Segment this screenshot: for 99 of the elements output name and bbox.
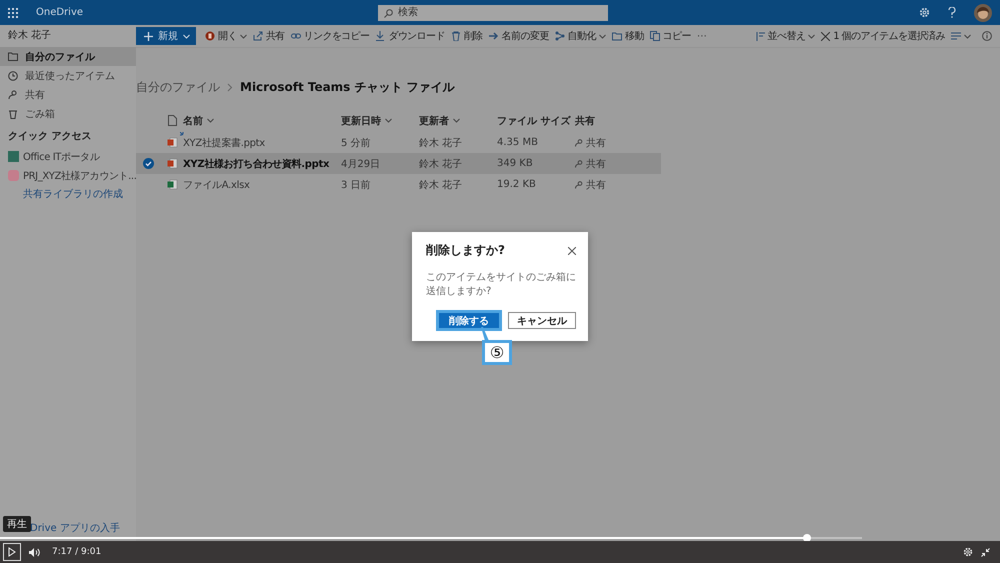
breadcrumb-item: Microsoft Teams チャット ファイル (240, 78, 455, 96)
volume-icon[interactable] (29, 548, 40, 556)
people-icon (575, 138, 583, 146)
cancel-button[interactable]: キャンセル (508, 312, 576, 329)
toolbar-button[interactable]: 共有 (250, 26, 288, 46)
toolbar-button[interactable]: 開く (202, 26, 250, 46)
search-icon (384, 8, 394, 18)
caret-icon (183, 34, 190, 38)
table-cell-text: 4月29日 (341, 158, 382, 170)
table-cell-text: 349 KB (497, 158, 534, 169)
callout-pointer (480, 327, 490, 341)
play-button[interactable] (3, 543, 21, 561)
checkmark-icon[interactable] (143, 158, 154, 169)
file-name[interactable]: XYZ社提案書.pptx (183, 136, 265, 150)
get-app-link[interactable]: Drive アプリの入手 (30, 521, 120, 535)
delete-button[interactable]: 削除する (436, 310, 502, 331)
caret-icon (385, 118, 392, 123)
trash-icon (450, 31, 461, 41)
column-header[interactable]: 更新者 (419, 114, 449, 128)
table-cell-text: 鈴木 花子 (419, 178, 464, 192)
toolbar-button[interactable]: 名前の変更 (486, 26, 552, 46)
table-cell-text: 4.35 MB (497, 137, 539, 148)
sort-icon (756, 32, 765, 40)
table-cell-text: 3 日前 (341, 178, 372, 192)
column-header[interactable]: 更新日時 (341, 114, 381, 128)
file-row[interactable]: XYZ社様お打ち合わせ資料.pptx 4月29日 鈴木 花子 349 KB 共有 (136, 153, 661, 174)
plus-icon (144, 32, 153, 40)
folder-icon (8, 52, 18, 61)
info-icon[interactable] (982, 31, 992, 41)
nav-item[interactable]: 共有 (0, 85, 136, 104)
link-icon (290, 31, 301, 41)
play-icon (8, 547, 16, 557)
nav-item[interactable]: 自分のファイル (0, 47, 136, 66)
table-cell-text: 共有 (586, 178, 606, 192)
more-button[interactable]: ⋯ (694, 26, 710, 46)
table-cell-text: 19.2 KB (497, 179, 537, 190)
sort-button[interactable]: 並べ替え (752, 26, 818, 46)
file-row[interactable]: XYZ社提案書.pptx 5 分前 鈴木 花子 4.35 MB 共有 (136, 132, 661, 153)
settings-icon[interactable] (919, 7, 930, 18)
share-icon (252, 31, 263, 41)
toolbar-button[interactable]: リンクをコピー (288, 26, 372, 46)
presentation-file-icon (166, 137, 178, 148)
toolbar-button[interactable]: ダウンロード (372, 26, 448, 46)
spreadsheet-file-icon (166, 179, 178, 190)
play-tooltip: 再生 (3, 516, 31, 532)
trash-icon (8, 108, 18, 118)
time-display: 7:17 / 9:01 (52, 547, 102, 557)
app-launcher-icon[interactable] (8, 8, 18, 18)
dialog-title: 削除しますか? (426, 242, 505, 259)
app-name: OneDrive (36, 7, 84, 18)
section-heading: クイック アクセス (7, 130, 92, 144)
clock-icon (8, 70, 18, 80)
step-callout: ⑤ (482, 340, 512, 365)
create-library-link[interactable]: 共有ライブラリの作成 (23, 187, 123, 201)
caret-icon (207, 118, 214, 123)
folder-icon (612, 31, 622, 41)
people-icon (575, 160, 583, 168)
clear-selection-button[interactable]: 1 個のアイテムを選択済み (818, 26, 948, 46)
nav-item[interactable]: 最近使ったアイテム (0, 66, 136, 85)
copy-icon (650, 31, 660, 41)
list-icon (951, 32, 961, 40)
column-header[interactable]: ファイル サイズ (497, 114, 570, 128)
quick-access-item[interactable]: PRJ_XYZ社様アカウント... (0, 166, 136, 185)
nav-item[interactable]: ごみ箱 (0, 104, 136, 123)
close-icon[interactable] (568, 246, 576, 254)
people-icon (8, 90, 18, 100)
table-cell-text: 共有 (586, 158, 606, 170)
breadcrumb-item[interactable]: 自分のファイル (136, 78, 220, 96)
toolbar-button[interactable]: 移動 (608, 26, 647, 46)
new-button[interactable]: 新規 (136, 27, 196, 45)
file-type-icon (168, 115, 176, 126)
people-icon (575, 180, 583, 188)
table-cell-text: 5 分前 (341, 136, 372, 150)
file-name[interactable]: ファイルA.xlsx (183, 178, 250, 192)
column-header[interactable]: 共有 (575, 114, 595, 128)
file-name[interactable]: XYZ社様お打ち合わせ資料.pptx (183, 156, 330, 170)
column-header[interactable]: 名前 (183, 114, 203, 128)
toolbar-button[interactable]: 削除 (448, 26, 486, 46)
close-icon (821, 32, 830, 40)
table-cell-text: 鈴木 花子 (419, 136, 464, 150)
table-cell-text: 鈴木 花子 (419, 158, 464, 170)
toolbar-button[interactable]: 自動化 (552, 26, 609, 46)
toolbar-button[interactable]: コピー (646, 26, 694, 46)
caret-icon (964, 34, 971, 38)
file-row[interactable]: ファイルA.xlsx 3 日前 鈴木 花子 19.2 KB 共有 (136, 174, 661, 195)
search-field[interactable]: 検索 (378, 4, 608, 20)
help-icon[interactable] (948, 7, 956, 18)
chevron-icon (227, 82, 233, 92)
download-icon (375, 31, 386, 41)
caret-icon (453, 118, 460, 123)
user-name: 鈴木 花子 (7, 28, 52, 43)
quick-access-item[interactable]: Office ITポータル (0, 147, 136, 166)
presentation-file-icon (166, 158, 178, 169)
minimize-icon[interactable] (981, 548, 990, 556)
table-cell-text: 共有 (586, 136, 606, 150)
presentation-icon (205, 31, 215, 41)
dialog-message: このアイテムをサイトのごみ箱に送信しますか? (426, 271, 576, 298)
avatar-icon[interactable] (974, 4, 992, 22)
caret-icon (808, 34, 816, 38)
